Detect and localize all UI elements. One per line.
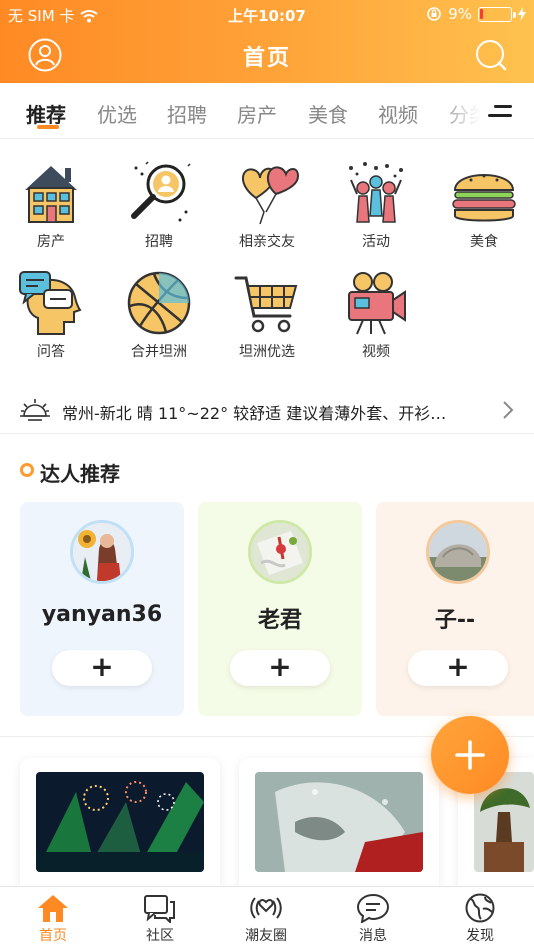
page-title: 首页 — [242, 46, 291, 71]
globe-icon — [465, 893, 495, 923]
weather-icon — [20, 399, 50, 421]
battery-icon — [478, 6, 516, 22]
talent-name: yanyan36 — [41, 602, 163, 627]
post-image[interactable] — [255, 772, 423, 872]
basketball-icon — [127, 271, 191, 335]
video-camera-icon — [348, 272, 406, 335]
nav-home[interactable]: 首页 — [18, 893, 88, 945]
heart-balloons-icon — [242, 166, 300, 225]
home-icon — [38, 895, 68, 922]
post-image[interactable] — [36, 772, 204, 872]
magnifier-person-icon — [131, 161, 191, 222]
shopping-cart-icon — [234, 276, 298, 333]
avatar[interactable] — [248, 520, 312, 584]
tab-video[interactable]: 视频 — [378, 99, 418, 128]
post-card[interactable] — [239, 758, 439, 898]
follow-button[interactable]: + — [52, 650, 152, 686]
tab-selected[interactable]: 优选 — [97, 99, 137, 128]
message-icon — [356, 893, 390, 923]
talent-card[interactable]: yanyan36 + — [20, 502, 184, 716]
broadcast-icon — [250, 897, 282, 919]
follow-button[interactable]: + — [230, 650, 330, 686]
category-events[interactable]: 活动 — [326, 160, 426, 251]
qa-head-icon — [19, 271, 82, 335]
status-bar: 无 SIM 卡 上午10:07 9% — [0, 0, 534, 28]
talent-card[interactable]: 子-- + — [376, 502, 534, 716]
avatar[interactable] — [70, 520, 134, 584]
weather-text: 常州-新北 晴 11°~22° 较舒适 建议着薄外套、开衫… — [62, 404, 447, 423]
create-post-button[interactable] — [431, 716, 509, 794]
category-realestate[interactable]: 房产 — [1, 160, 101, 251]
category-video[interactable]: 视频 — [326, 270, 426, 361]
channel-tabs: 推荐 优选 招聘 房产 美食 视频 分类 — [0, 83, 534, 139]
talent-name: 子-- — [434, 608, 476, 633]
category-qa[interactable]: 问答 — [1, 270, 101, 361]
talent-name: 老君 — [257, 608, 302, 633]
weather-bar[interactable]: 常州-新北 晴 11°~22° 较舒适 建议着薄外套、开衫… — [0, 388, 534, 434]
burger-icon — [452, 174, 516, 222]
category-food[interactable]: 美食 — [434, 160, 534, 251]
nav-friends-circle[interactable]: 潮友圈 — [231, 893, 301, 945]
house-icon — [25, 166, 77, 223]
menu-icon[interactable] — [488, 102, 512, 122]
tab-food[interactable]: 美食 — [308, 99, 348, 128]
active-tab-indicator — [37, 125, 59, 129]
avatar[interactable] — [426, 520, 490, 584]
nav-community[interactable]: 社区 — [125, 893, 195, 945]
category-dating[interactable]: 相亲交友 — [217, 160, 317, 251]
search-icon[interactable] — [474, 38, 508, 72]
post-card[interactable] — [20, 758, 220, 898]
follow-button[interactable]: + — [408, 650, 508, 686]
plus-icon — [455, 740, 485, 770]
chevron-right-icon — [503, 401, 514, 419]
category-merge-tanzhou[interactable]: 合并坦洲 — [109, 270, 209, 361]
battery-percent: 9% — [448, 5, 472, 23]
orientation-lock-icon — [427, 7, 442, 21]
chat-bubbles-icon — [144, 895, 175, 923]
tab-jobs[interactable]: 招聘 — [167, 99, 207, 128]
section-title: 达人推荐 — [40, 462, 120, 486]
category-jobs[interactable]: 招聘 — [109, 160, 209, 251]
celebration-icon — [349, 162, 403, 223]
section-bullet-icon — [20, 463, 34, 477]
tab-realestate[interactable]: 房产 — [237, 99, 277, 128]
bottom-nav: 首页 社区 潮友圈 消息 发现 — [0, 886, 534, 950]
tab-recommend[interactable]: 推荐 — [26, 99, 66, 128]
charging-bolt-icon — [518, 7, 526, 21]
header-bar: 无 SIM 卡 上午10:07 9% 首页 — [0, 0, 534, 83]
nav-messages[interactable]: 消息 — [338, 893, 408, 945]
talent-card[interactable]: 老君 + — [198, 502, 362, 716]
category-tanzhou-selected[interactable]: 坦洲优选 — [217, 270, 317, 361]
nav-discover[interactable]: 发现 — [445, 893, 515, 945]
